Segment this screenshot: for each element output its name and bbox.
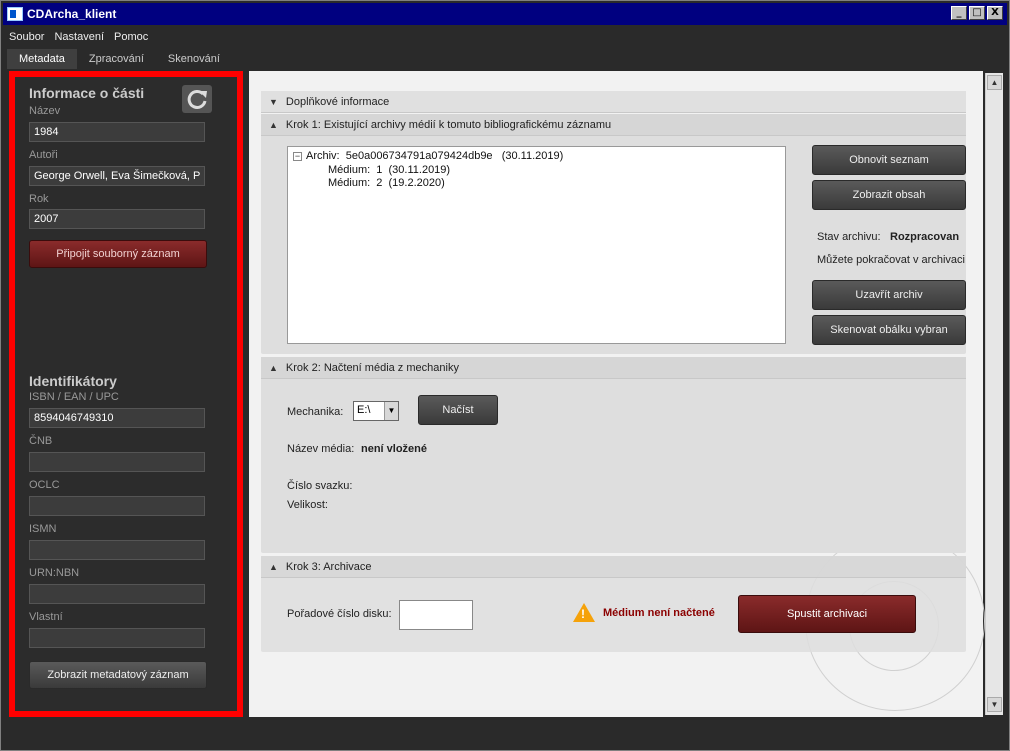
app-icon — [7, 7, 23, 21]
urn-label: URN:NBN — [29, 567, 80, 579]
refresh-list-button[interactable]: Obnovit seznam — [812, 145, 966, 175]
app-window: CDArcha_klient _ □ X Soubor Nastavení Po… — [0, 0, 1010, 751]
scroll-down-icon[interactable]: ▼ — [987, 697, 1002, 712]
status-bar — [3, 719, 1007, 747]
window-title: CDArcha_klient — [27, 7, 117, 21]
dropdown-arrow-icon[interactable]: ▼ — [384, 402, 398, 420]
scroll-up-icon[interactable]: ▲ — [987, 75, 1002, 90]
step3-section: ▲ Krok 3: Archivace Pořadové číslo disku… — [261, 556, 966, 652]
refresh-button[interactable] — [182, 85, 212, 113]
drive-label: Mechanika: — [287, 406, 344, 418]
main-panel: ▼ Doplňkové informace ▲ Krok 1: Existují… — [249, 71, 985, 717]
archive-status-value: Rozpracovan — [890, 231, 960, 243]
isbn-field[interactable]: 8594046749310 — [29, 408, 205, 428]
collapse-icon[interactable]: − — [293, 152, 302, 161]
media-name-value: není vložené — [361, 443, 428, 455]
step3-header[interactable]: ▲ Krok 3: Archivace — [261, 556, 966, 578]
show-content-button[interactable]: Zobrazit obsah — [812, 180, 966, 210]
menu-pomoc[interactable]: Pomoc — [114, 31, 148, 43]
chevron-up-icon: ▲ — [269, 119, 278, 130]
show-metadata-button[interactable]: Zobrazit metadatový záznam — [29, 661, 207, 689]
name-label: Název — [29, 105, 61, 117]
attach-record-button[interactable]: Připojit souborný záznam — [29, 240, 207, 268]
size-label: Velikost: — [287, 499, 328, 511]
tab-bar: Metadata Zpracování Skenování — [3, 47, 1007, 69]
step2-section: ▲ Krok 2: Načtení média z mechaniky Mech… — [261, 357, 966, 553]
archive-status-label: Stav archivu: — [817, 231, 881, 243]
cnb-field[interactable] — [29, 452, 205, 472]
tree-media-item[interactable]: Médium: 1 (30.11.2019) — [328, 164, 450, 176]
archive-status-note: Můžete pokračovat v archivaci — [817, 254, 965, 266]
metadata-sidebar: Informace o části Název 1984 Autoři Geor… — [9, 71, 243, 717]
own-label: Vlastní — [29, 611, 63, 623]
archive-id: Archiv: 5e0a006734791a079424db9e (30.11.… — [306, 150, 564, 162]
media-name-label: Název média: — [287, 443, 355, 455]
isbn-label: ISBN / EAN / UPC — [29, 391, 119, 403]
menu-soubor[interactable]: Soubor — [9, 31, 44, 43]
warning-exclamation: ! — [581, 607, 585, 621]
start-archiving-button[interactable]: Spustit archivaci — [738, 595, 916, 633]
own-field[interactable] — [29, 628, 205, 648]
maximize-button[interactable]: □ — [969, 6, 985, 20]
minimize-button[interactable]: _ — [951, 6, 967, 20]
tab-metadata[interactable]: Metadata — [7, 49, 77, 69]
tab-skenovani[interactable]: Skenování — [156, 49, 232, 69]
name-field[interactable]: 1984 — [29, 122, 205, 142]
oclc-label: OCLC — [29, 479, 60, 491]
year-field[interactable]: 2007 — [29, 209, 205, 229]
window-controls: _ □ X — [951, 6, 1003, 20]
info-section-title: Informace o části — [29, 85, 145, 101]
disc-order-label: Pořadové číslo disku: — [287, 608, 392, 620]
volume-label: Číslo svazku: — [287, 480, 353, 492]
menu-nastaveni[interactable]: Nastavení — [54, 31, 104, 43]
tree-media-item[interactable]: Médium: 2 (19.2.2020) — [328, 177, 445, 189]
step1-title: Krok 1: Existující archivy médií k tomut… — [285, 118, 612, 131]
chevron-up-icon: ▲ — [269, 362, 278, 373]
authors-label: Autoři — [29, 149, 58, 161]
vertical-scrollbar[interactable]: ▲ ▼ — [985, 73, 1003, 715]
authors-field[interactable]: George Orwell, Eva Šimečková, P — [29, 166, 205, 186]
step3-title: Krok 3: Archivace — [285, 560, 372, 573]
warning-text: Médium není načtené — [603, 607, 715, 619]
tree-archive-item[interactable]: − Archiv: 5e0a006734791a079424db9e (30.11… — [293, 150, 563, 162]
identifiers-section-title: Identifikátory — [29, 373, 117, 389]
tab-zpracovani[interactable]: Zpracování — [77, 49, 156, 69]
disc-order-field[interactable] — [399, 600, 473, 630]
step2-title: Krok 2: Načtení média z mechaniky — [285, 361, 459, 374]
menu-bar: Soubor Nastavení Pomoc — [3, 28, 1007, 46]
chevron-down-icon: ▼ — [269, 96, 278, 107]
step2-header[interactable]: ▲ Krok 2: Načtení média z mechaniky — [261, 357, 966, 379]
close-button[interactable]: X — [987, 6, 1003, 20]
extra-info-title: Doplňkové informace — [285, 95, 390, 108]
step1-header[interactable]: ▲ Krok 1: Existující archivy médií k tom… — [261, 114, 966, 136]
cnb-label: ČNB — [29, 435, 53, 447]
ismn-field[interactable] — [29, 540, 205, 560]
title-bar: CDArcha_klient _ □ X — [3, 3, 1007, 25]
refresh-icon — [187, 89, 207, 109]
drive-value: E:\ — [357, 404, 371, 416]
drive-select[interactable]: E:\ ▼ — [353, 401, 399, 421]
archive-tree[interactable]: − Archiv: 5e0a006734791a079424db9e (30.11… — [287, 146, 786, 344]
step1-section: ▲ Krok 1: Existující archivy médií k tom… — [261, 114, 966, 354]
load-media-button[interactable]: Načíst — [418, 395, 498, 425]
ismn-label: ISMN — [29, 523, 57, 535]
scan-cover-button[interactable]: Skenovat obálku vybran — [812, 315, 966, 345]
extra-info-header[interactable]: ▼ Doplňkové informace — [261, 91, 966, 113]
urn-field[interactable] — [29, 584, 205, 604]
chevron-up-icon: ▲ — [269, 561, 278, 572]
year-label: Rok — [29, 193, 49, 205]
oclc-field[interactable] — [29, 496, 205, 516]
close-archive-button[interactable]: Uzavřít archiv — [812, 280, 966, 310]
